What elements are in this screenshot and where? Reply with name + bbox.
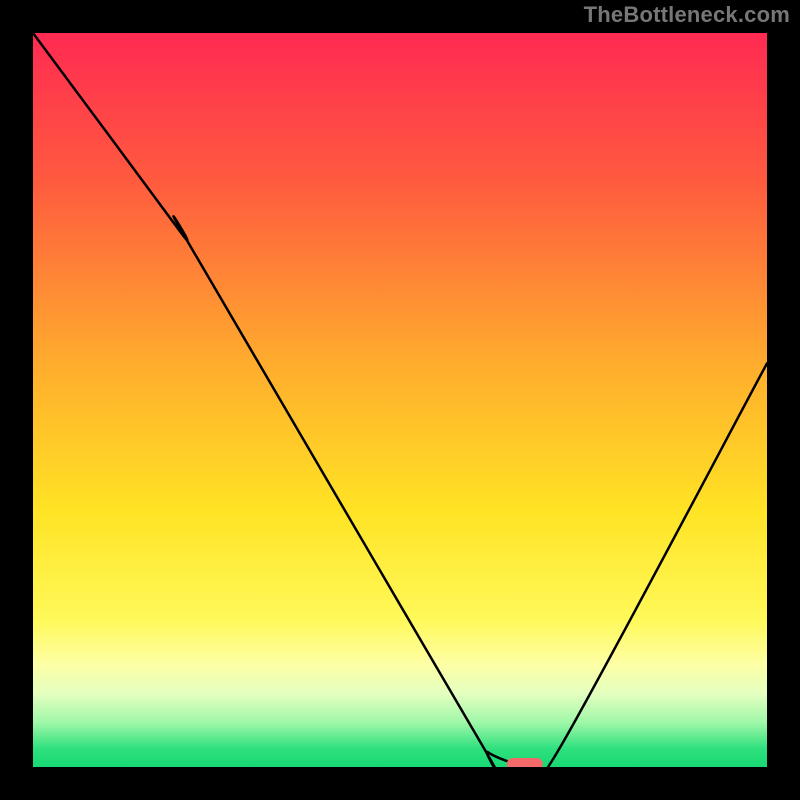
chart-frame: TheBottleneck.com <box>0 0 800 800</box>
gradient-background <box>33 33 767 767</box>
bottleneck-plot <box>33 33 767 767</box>
attribution-label: TheBottleneck.com <box>584 2 790 28</box>
plot-svg <box>33 33 767 767</box>
optimal-marker <box>507 758 543 767</box>
